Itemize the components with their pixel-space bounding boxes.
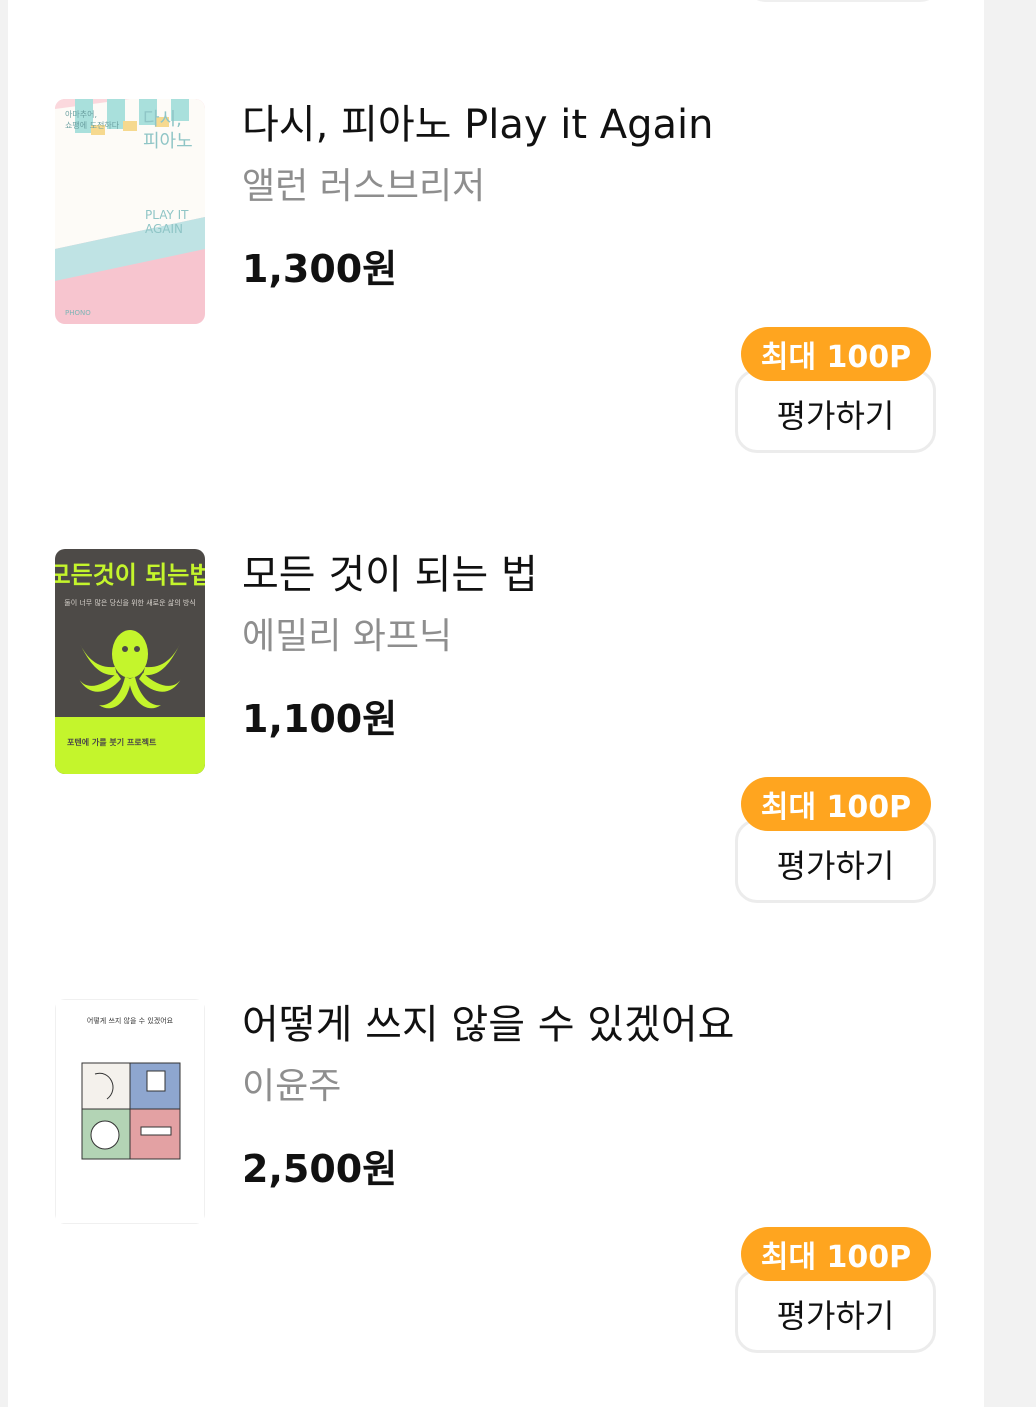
book-cover-image[interactable]: 아마추어, 쇼팽에 도전하다 다시, 피아노 PLAY IT AGAIN PHO…: [55, 99, 205, 324]
octopus-cover-art: 모든것이 되는법 둘이 너무 많은 당신을 위한 새로운 삶의 방식 포텐에 가…: [55, 549, 205, 774]
writing-cover-art: 어떻게 쓰지 않을 수 있겠어요: [55, 999, 205, 1224]
cover-en-title-2: AGAIN: [145, 222, 183, 236]
book-author: 이윤주: [242, 1066, 342, 1107]
rate-button[interactable]: 평가하기: [735, 1269, 936, 1353]
book-title[interactable]: 다시, 피아노 Play it Again: [242, 99, 714, 151]
list-item[interactable]: 모든것이 되는법 둘이 너무 많은 당신을 위한 새로운 삶의 방식 포텐에 가…: [8, 549, 984, 929]
comic-panels: [81, 1062, 181, 1160]
book-price: 2,500원: [242, 1147, 398, 1191]
book-author: 에밀리 와프닉: [242, 616, 453, 657]
book-author: 앨런 러스브리저: [242, 166, 486, 207]
cover-subtitle-1: 아마추어,: [65, 109, 97, 119]
cover-subtitle-2: 쇼팽에 도전하다: [65, 120, 120, 130]
piano-cover-art: 아마추어, 쇼팽에 도전하다 다시, 피아노 PLAY IT AGAIN PHO…: [55, 99, 205, 324]
book-title[interactable]: 어떻게 쓰지 않을 수 있겠어요: [242, 999, 734, 1051]
cover-title-2: 피아노: [143, 131, 193, 152]
list-item[interactable]: 아마추어, 쇼팽에 도전하다 다시, 피아노 PLAY IT AGAIN PHO…: [8, 99, 984, 479]
cover-subline: 둘이 너무 많은 당신을 위한 새로운 삶의 방식: [64, 598, 196, 607]
cover-headline: 어떻게 쓰지 않을 수 있겠어요: [87, 1016, 174, 1025]
rate-button[interactable]: 평가하기: [735, 369, 936, 453]
max-point-badge: 최대 100P: [741, 777, 931, 831]
previous-rate-button-edge[interactable]: [744, 0, 942, 2]
book-cover-image[interactable]: 어떻게 쓰지 않을 수 있겠어요: [55, 999, 205, 1224]
book-price: 1,300원: [242, 247, 398, 291]
book-title[interactable]: 모든 것이 되는 법: [242, 549, 538, 601]
cover-banner: 포텐에 가를 붓기 프로젝트: [67, 737, 157, 747]
book-price: 1,100원: [242, 697, 398, 741]
book-list-panel: 아마추어, 쇼팽에 도전하다 다시, 피아노 PLAY IT AGAIN PHO…: [8, 0, 984, 1407]
book-cover-image[interactable]: 모든것이 되는법 둘이 너무 많은 당신을 위한 새로운 삶의 방식 포텐에 가…: [55, 549, 205, 774]
list-item[interactable]: 어떻게 쓰지 않을 수 있겠어요 어떻게 쓰지 않을 수 있겠어요 이윤주 2,…: [8, 999, 984, 1379]
cover-en-title-1: PLAY IT: [145, 208, 189, 222]
cover-headline: 모든것이 되는법: [55, 561, 205, 589]
cover-title-1: 다시,: [143, 109, 182, 130]
max-point-badge: 최대 100P: [741, 327, 931, 381]
rate-button[interactable]: 평가하기: [735, 819, 936, 903]
cover-publisher: PHONO: [65, 309, 91, 317]
max-point-badge: 최대 100P: [741, 1227, 931, 1281]
